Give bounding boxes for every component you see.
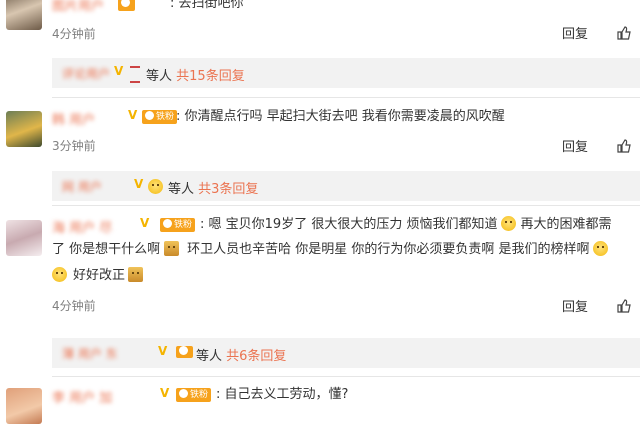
reply-button[interactable]: 回复 bbox=[562, 136, 588, 155]
username[interactable]: 海 用户 尽 bbox=[52, 217, 112, 236]
reply-button[interactable]: 回复 bbox=[562, 23, 588, 42]
sub-username[interactable]: 网 用户 bbox=[62, 178, 102, 195]
sub-replies[interactable]: 薄 用户 东 V 等人 共6条回复 bbox=[52, 338, 640, 368]
sub-summary: 等人 共6条回复 bbox=[196, 349, 287, 364]
comment-time: 3分钟前 bbox=[52, 139, 96, 153]
username[interactable]: 李 用户 加 bbox=[52, 387, 112, 406]
fan-badge: 铁粉 bbox=[142, 110, 178, 124]
crown-icon: V bbox=[134, 177, 144, 191]
fan-badge-icon bbox=[179, 389, 188, 398]
crown-icon: V bbox=[128, 108, 138, 122]
comment-text-line-2: 了 你是想干什么啊 环卫人员也辛苦哈 你是明星 你的行为你必须要负责啊 是我们的榜… bbox=[52, 240, 608, 260]
smiley-emoji-icon bbox=[592, 241, 608, 256]
avatar[interactable] bbox=[6, 388, 42, 424]
divider bbox=[52, 205, 640, 206]
comment-item: 李 用户 加 V 铁粉 : 自己去义工劳动，懂? bbox=[0, 382, 640, 424]
more-replies-link[interactable]: 共3条回复 bbox=[198, 182, 258, 197]
thumbs-up-icon[interactable] bbox=[617, 299, 631, 313]
crown-icon: V bbox=[158, 344, 168, 358]
comment-text: : 你清醒点行吗 早起扫大街去吧 我看你需要凌晨的风吹醒 bbox=[176, 109, 505, 124]
sub-summary: 等人 共15条回复 bbox=[146, 69, 245, 84]
reply-button[interactable]: 回复 bbox=[562, 296, 588, 315]
comment-text-line-3: 好好改正 bbox=[52, 266, 144, 286]
avatar[interactable] bbox=[6, 111, 42, 147]
comment-text: : 去扫街吧你 bbox=[170, 0, 244, 11]
username[interactable]: 韩 用户 bbox=[52, 109, 95, 128]
divider bbox=[52, 376, 640, 377]
comment-text-line-1: : 嗯 宝贝你19岁了 很大很大的压力 烦恼我们都知道 再大的困难都需 bbox=[200, 216, 612, 232]
divider bbox=[52, 97, 640, 98]
sub-replies[interactable]: 评论用户 V 等人 共15条回复 bbox=[52, 58, 640, 88]
fan-badge: 铁粉 bbox=[160, 218, 196, 232]
more-replies-link[interactable]: 共15条回复 bbox=[176, 69, 245, 84]
comment-item: 图片用户 : 去扫街吧你 4分钟前 回复 评论用户 V 等人 共15条回复 bbox=[0, 0, 640, 98]
comment-item: 海 用户 尽 V 铁粉 : 嗯 宝贝你19岁了 很大很大的压力 烦恼我们都知道再… bbox=[0, 212, 640, 377]
thumbs-up-icon[interactable] bbox=[617, 139, 631, 153]
fan-badge-icon bbox=[121, 0, 130, 7]
sweeping-emoji-icon bbox=[128, 267, 144, 282]
smiley-emoji-icon bbox=[501, 216, 517, 231]
fan-badge bbox=[118, 0, 135, 11]
smiley-emoji-icon bbox=[52, 267, 67, 282]
fan-badge bbox=[176, 346, 193, 358]
crown-icon: V bbox=[114, 64, 124, 78]
sub-summary: 等人 共3条回复 bbox=[168, 182, 259, 197]
comment-time: 4分钟前 bbox=[52, 27, 96, 41]
crown-icon: V bbox=[160, 386, 170, 400]
fan-badge: 铁粉 bbox=[176, 388, 212, 402]
comment-text: : 自己去义工劳动，懂? bbox=[216, 387, 349, 402]
avatar[interactable] bbox=[6, 0, 42, 30]
sub-replies[interactable]: 网 用户 V 等人 共3条回复 bbox=[52, 171, 640, 201]
thumbs-up-icon[interactable] bbox=[617, 26, 631, 40]
username[interactable]: 图片用户 bbox=[52, 0, 104, 14]
fan-badge-icon bbox=[145, 111, 154, 120]
sub-username[interactable]: 评论用户 bbox=[62, 65, 110, 82]
crown-icon: V bbox=[140, 216, 150, 230]
avatar[interactable] bbox=[6, 220, 42, 256]
comment-item: 韩 用户 V 铁粉 : 你清醒点行吗 早起扫大街去吧 我看你需要凌晨的风吹醒 3… bbox=[0, 105, 640, 206]
comment-time: 4分钟前 bbox=[52, 299, 96, 313]
hourglass-icon bbox=[130, 66, 140, 83]
fan-badge-icon bbox=[179, 346, 188, 355]
smiley-emoji-icon bbox=[148, 179, 163, 194]
fan-badge-icon bbox=[163, 219, 172, 228]
sub-username[interactable]: 薄 用户 东 bbox=[62, 345, 118, 362]
more-replies-link[interactable]: 共6条回复 bbox=[226, 349, 286, 364]
sweeping-emoji-icon bbox=[164, 241, 180, 256]
